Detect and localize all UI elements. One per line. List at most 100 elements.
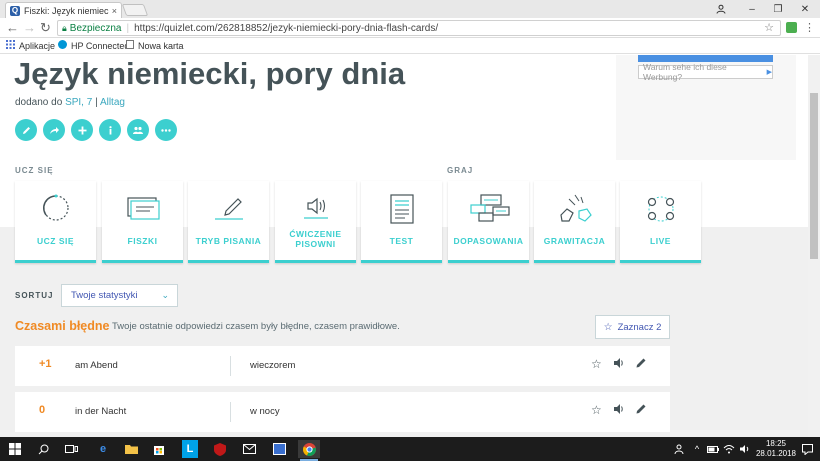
mode-spell[interactable]: ĆWICZENIE PISOWNI [275,181,356,263]
bookmark-label: HP Connected [71,40,130,51]
hp-logo-icon [58,40,67,51]
forward-arrow-icon[interactable]: → [23,20,36,35]
volume-icon[interactable] [738,440,752,458]
mode-label: LIVE [650,236,671,246]
edit-button[interactable] [15,119,37,141]
sometimes-wrong-title: Czasami błędne [15,319,110,333]
term-score: +1 [39,358,52,370]
wifi-icon[interactable] [722,440,736,458]
mode-match[interactable]: DOPASOWANIA [448,181,529,263]
mode-flashcards[interactable]: FISZKI [102,181,183,263]
url-input[interactable]: 🔒︎ Bezpieczna | https://quizlet.com/2628… [57,20,781,36]
flashcards-icon [126,197,160,220]
mode-learn[interactable]: UCZ SIĘ [15,181,96,263]
pencil-write-icon [214,198,243,220]
ad-why-link[interactable]: Warum sehe ich diese Werbung? ▶ [638,62,773,82]
added-prefix: dodano do [15,97,63,108]
back-arrow-icon[interactable]: ← [6,20,19,35]
star-icon[interactable]: ☆ [591,357,602,371]
tab-close-icon[interactable]: × [112,6,117,16]
new-tab-button[interactable] [121,4,149,16]
mode-test[interactable]: TEST [361,181,442,263]
mode-label: ĆWICZENIE PISOWNI [289,229,342,249]
category-link[interactable]: Alltag [100,97,125,108]
url-text: https://quizlet.com/262818852/jezyk-niem… [134,22,439,34]
mode-label: GRAWITACJA [543,236,606,246]
edge-browser-icon[interactable]: e [94,440,112,458]
edit-pencil-icon[interactable] [635,403,647,418]
edit-pencil-icon[interactable] [635,357,647,372]
extension-shield-icon[interactable] [786,22,797,33]
more-button[interactable] [155,119,177,141]
folder-link[interactable]: SPI, 7 [65,97,92,108]
search-icon[interactable] [34,440,52,458]
people-icon [133,126,143,134]
close-window-button[interactable]: ✕ [793,0,817,18]
meta-separator: | [95,97,98,108]
set-actions [15,119,177,141]
speaker-spell-icon [303,197,328,219]
bookmark-hp-connected[interactable]: HP Connected [58,40,129,51]
notifications-icon[interactable] [800,440,814,458]
scrollbar-thumb[interactable] [810,93,818,259]
info-button[interactable] [99,119,121,141]
sort-select[interactable]: Twoje statystyki ⌄ [61,284,178,307]
mode-label: FISZKI [127,236,158,246]
quizlet-favicon-icon: Q [10,5,20,16]
people-tray-icon[interactable] [672,440,686,458]
reload-icon[interactable]: ↻ [40,20,51,36]
term-text: am Abend [75,360,118,371]
row-divider [230,356,231,376]
browser-tab[interactable]: Q Fiszki: Język niemiecki, p × [5,2,122,18]
windows-start-icon[interactable] [6,440,24,458]
task-view-icon[interactable] [62,440,80,458]
minimize-button[interactable]: – [740,0,764,18]
star-outline-icon: ☆ [603,321,613,333]
speaker-icon[interactable] [613,357,625,372]
add-button[interactable] [71,119,93,141]
play-section-label: GRAJ [447,166,474,175]
page-icon [126,40,134,51]
class-button[interactable] [127,119,149,141]
test-document-icon [389,194,414,224]
mark-all-button[interactable]: ☆ Zaznacz 2 [595,315,670,339]
store-icon[interactable] [150,440,168,458]
star-icon[interactable]: ☆ [591,403,602,417]
sort-label: SORTUJ [15,291,54,300]
set-title: Język niemiecki, pory dnia [14,56,406,91]
address-bar-row: ← → ↻ 🔒︎ Bezpieczna | https://quizlet.co… [0,18,820,38]
share-arrow-icon [49,126,59,134]
mode-label: DOPASOWANIA [453,236,524,246]
battery-icon[interactable] [706,440,720,458]
file-explorer-icon[interactable] [122,440,140,458]
mode-write[interactable]: TRYB PISANIA [188,181,269,263]
mode-gravity[interactable]: GRAWITACJA [534,181,615,263]
bookmark-star-icon[interactable]: ☆ [764,21,774,34]
speaker-icon[interactable] [613,403,625,418]
mcafee-icon[interactable] [212,440,228,458]
page-scrollbar[interactable] [808,55,820,437]
chevron-up-icon[interactable]: ^ [690,440,704,458]
windows-taskbar: e L ^ 18:25 28.01.2018 [0,437,820,461]
live-icon [647,196,674,222]
ad-button[interactable] [638,55,773,62]
clock-time: 18:25 [765,439,786,448]
bookmark-new-tab[interactable]: Nowa karta [126,40,184,51]
menu-dots-icon[interactable]: ⋮ [804,21,815,34]
gravity-icon [559,194,592,222]
apps-grid-icon [6,40,15,51]
restore-button[interactable]: ❐ [766,0,790,18]
share-button[interactable] [43,119,65,141]
mode-live[interactable]: LIVE [620,181,701,263]
match-icon [469,194,510,222]
profile-icon[interactable] [712,0,730,18]
pencil-icon [22,126,30,134]
chrome-taskbar-icon[interactable] [298,440,320,461]
bookmark-apps[interactable]: Aplikacje [6,40,55,51]
mail-icon[interactable] [240,440,258,458]
taskbar-clock[interactable]: 18:25 28.01.2018 [756,439,796,459]
mark-all-label: Zaznacz 2 [617,321,662,333]
photos-app-icon[interactable] [270,440,288,458]
advertisement: Warum sehe ich diese Werbung? ▶ [616,55,796,160]
app-l-icon[interactable]: L [182,440,198,458]
